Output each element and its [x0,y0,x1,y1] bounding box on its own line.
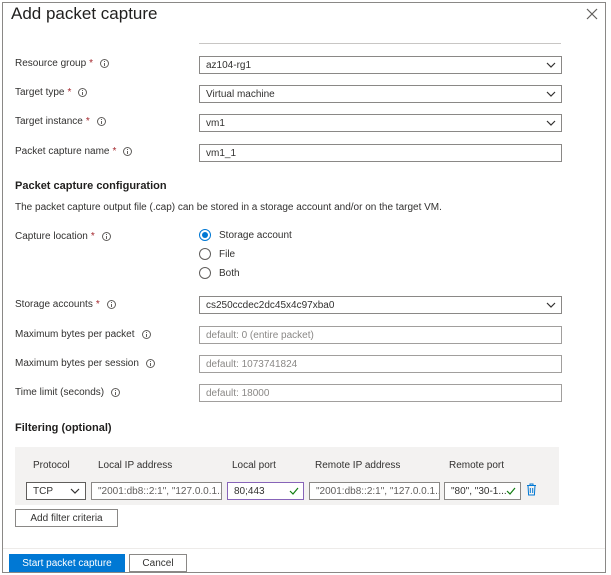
required-marker: * [67,87,72,98]
time-limit-input[interactable] [199,384,562,402]
remote-ip-input[interactable]: "2001:db8::2:1", "127.0.0.1... [309,482,440,500]
panel-title: Add packet capture [11,4,158,23]
checkmark-icon [506,487,516,495]
target-type-label: Target type * [15,87,88,98]
time-limit-label-text: Time limit (seconds) [15,387,105,398]
filtering-heading: Filtering (optional) [15,422,112,434]
target-instance-dropdown[interactable]: vm1 [199,114,562,132]
max-bytes-packet-text-input[interactable] [206,329,561,341]
capture-location-label: Capture location * [15,231,111,242]
remote-ip-value: "2001:db8::2:1", "127.0.0.1... [316,485,440,497]
radio-both[interactable]: Both [199,267,240,279]
local-port-input[interactable]: 80;443 [227,482,304,500]
radio-label: Storage account [219,229,292,241]
remote-port-value: "80", "30-1... [451,485,507,497]
packet-capture-configuration-heading: Packet capture configuration [15,180,167,192]
chevron-down-icon [70,488,80,494]
required-marker: * [90,231,95,242]
radio-label: Both [219,267,240,279]
radio-file[interactable]: File [199,248,235,260]
info-icon[interactable] [111,388,121,397]
configuration-description: The packet capture output file (.cap) ca… [15,202,442,213]
local-ip-value: "2001:db8::2:1", "127.0.0.1... [98,485,222,497]
radio-label: File [219,248,236,260]
info-icon[interactable] [141,330,151,339]
close-icon[interactable] [585,7,599,21]
chevron-down-icon [546,120,556,126]
chevron-down-icon [546,91,556,97]
start-packet-capture-button[interactable]: Start packet capture [9,554,125,572]
delete-icon[interactable] [526,483,537,496]
info-icon[interactable] [101,232,111,241]
required-marker: * [85,116,90,127]
packet-capture-name-label: Packet capture name * [15,146,133,157]
local-ip-input[interactable]: "2001:db8::2:1", "127.0.0.1... [91,482,222,500]
time-limit-label: Time limit (seconds) [15,387,121,398]
max-bytes-session-text-input[interactable] [206,358,561,370]
packet-capture-name-value: vm1_1 [206,147,237,159]
radio-button-selected[interactable] [199,229,211,241]
column-remote-ip: Remote IP address [315,460,401,471]
info-icon[interactable] [123,147,133,156]
required-marker: * [89,58,94,69]
storage-accounts-label: Storage accounts * [15,299,116,310]
info-icon[interactable] [96,117,106,126]
max-bytes-packet-label-text: Maximum bytes per packet [15,329,135,340]
max-bytes-packet-input[interactable] [199,326,562,344]
protocol-dropdown[interactable]: TCP [26,482,86,500]
storage-accounts-value: cs250ccdec2dc45x4c97xba0 [206,299,335,311]
column-local-port: Local port [232,460,276,471]
storage-accounts-dropdown[interactable]: cs250ccdec2dc45x4c97xba0 [199,296,562,314]
info-icon[interactable] [106,300,116,309]
top-divider [199,43,561,44]
footer-divider [3,548,605,549]
info-icon[interactable] [100,59,110,68]
target-type-dropdown[interactable]: Virtual machine [199,85,562,103]
column-remote-port: Remote port [449,460,505,471]
radio-button[interactable] [199,248,211,260]
resource-group-label: Resource group * [15,58,110,69]
radio-storage-account[interactable]: Storage account [199,229,292,241]
target-type-label-text: Target type [15,87,65,98]
resource-group-value: az104-rg1 [206,59,252,71]
add-filter-criteria-button[interactable]: Add filter criteria [15,509,118,527]
packet-capture-name-input[interactable]: vm1_1 [199,144,562,162]
target-type-value: Virtual machine [206,88,275,100]
column-local-ip: Local IP address [98,460,173,471]
resource-group-label-text: Resource group [15,58,87,69]
time-limit-text-input[interactable] [206,387,561,399]
target-instance-value: vm1 [206,117,225,129]
local-port-value: 80;443 [234,485,265,497]
required-marker: * [112,146,117,157]
max-bytes-packet-label: Maximum bytes per packet [15,329,151,340]
checkmark-icon [289,487,299,495]
cancel-button[interactable]: Cancel [129,554,187,572]
max-bytes-session-label: Maximum bytes per session [15,358,155,369]
radio-button[interactable] [199,267,211,279]
max-bytes-session-input[interactable] [199,355,562,373]
column-protocol: Protocol [33,460,70,471]
target-instance-label-text: Target instance [15,116,83,127]
max-bytes-session-label-text: Maximum bytes per session [15,358,139,369]
chevron-down-icon [546,62,556,68]
protocol-value: TCP [33,485,53,497]
storage-accounts-label-text: Storage accounts [15,299,93,310]
info-icon[interactable] [145,359,155,368]
target-instance-label: Target instance * [15,116,106,127]
capture-location-label-text: Capture location [15,231,88,242]
add-packet-capture-panel: Add packet capture Resource group * az104… [2,2,606,573]
resource-group-dropdown[interactable]: az104-rg1 [199,56,562,74]
remote-port-input[interactable]: "80", "30-1... [444,482,521,500]
chevron-down-icon [546,302,556,308]
packet-capture-name-label-text: Packet capture name [15,146,110,157]
info-icon[interactable] [78,88,88,97]
required-marker: * [95,299,100,310]
